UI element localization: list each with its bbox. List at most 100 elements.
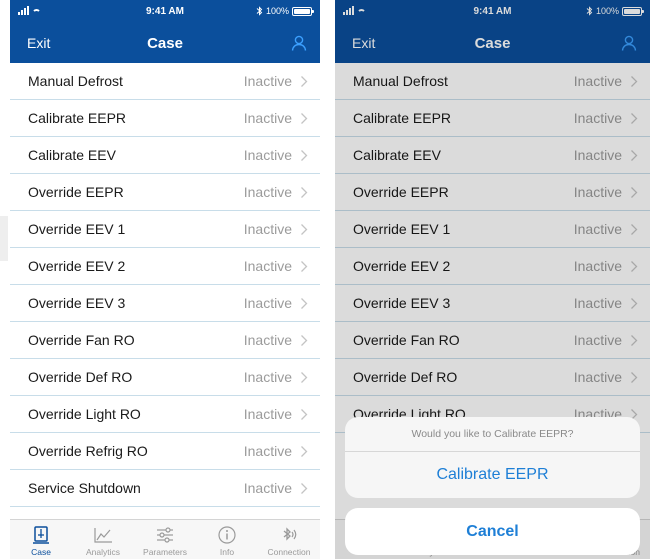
tab-label: Case: [31, 547, 51, 557]
status-value: Inactive: [573, 369, 622, 385]
exit-button[interactable]: Exit: [352, 35, 375, 51]
list-item-label: Override EEV 1: [28, 221, 126, 237]
status-value: Inactive: [243, 184, 292, 200]
list-item[interactable]: Calibrate EEPR Inactive: [335, 100, 650, 137]
list-item[interactable]: Override Light RO Inactive: [10, 396, 320, 433]
list-item[interactable]: Calibrate EEV Inactive: [10, 137, 320, 174]
action-sheet-message: Would you like to Calibrate EEPR?: [345, 417, 640, 452]
chevron-right-icon: [301, 76, 308, 87]
status-value: Inactive: [573, 110, 622, 126]
list-item[interactable]: Override Def RO Inactive: [10, 359, 320, 396]
info-icon: [218, 526, 236, 544]
battery-percent: 100%: [265, 6, 289, 16]
list-item[interactable]: Calibrate EEPR Inactive: [10, 100, 320, 137]
list-item[interactable]: Override EEV 1 Inactive: [10, 211, 320, 248]
status-value: Inactive: [573, 258, 622, 274]
chevron-right-icon: [301, 372, 308, 383]
list-item-label: Override EEPR: [28, 184, 124, 200]
tab-label: Info: [219, 547, 235, 557]
tab-analytics[interactable]: Analytics: [72, 520, 134, 559]
navigation-bar: Exit Case: [335, 28, 650, 58]
list-item[interactable]: Override Fan RO Inactive: [335, 322, 650, 359]
page-title: Case: [474, 35, 511, 52]
user-icon[interactable]: [290, 34, 308, 52]
list-item[interactable]: Manual Defrost Inactive: [335, 63, 650, 100]
chevron-right-icon: [631, 224, 638, 235]
list-item-label: Service Shutdown: [28, 480, 141, 496]
chevron-right-icon: [301, 483, 308, 494]
header: 9:41 AM 100% Exit Case: [10, 0, 320, 63]
calibrate-eepr-button[interactable]: Calibrate EEPR: [345, 452, 640, 498]
list-item[interactable]: Manual Defrost Inactive: [10, 63, 320, 100]
chevron-right-icon: [631, 298, 638, 309]
status-bar: 9:41 AM 100%: [10, 0, 320, 24]
list-item-label: Calibrate EEPR: [353, 110, 452, 126]
list-item[interactable]: Override EEV 2 Inactive: [335, 248, 650, 285]
tab-parameters[interactable]: Parameters: [134, 520, 196, 559]
list-item[interactable]: Override EEV 1 Inactive: [335, 211, 650, 248]
status-value: Inactive: [573, 221, 622, 237]
list-item[interactable]: Override Def RO Inactive: [335, 359, 650, 396]
chevron-right-icon: [301, 187, 308, 198]
list-item-label: Override Fan RO: [28, 332, 135, 348]
list-item-label: Manual Defrost: [353, 73, 448, 89]
tab-connection[interactable]: Connection: [258, 520, 320, 559]
list-item[interactable]: Override EEPR Inactive: [10, 174, 320, 211]
status-value: Inactive: [243, 295, 292, 311]
chevron-right-icon: [631, 150, 638, 161]
tab-label: Parameters: [143, 547, 187, 557]
list-item[interactable]: Override EEV 3 Inactive: [10, 285, 320, 322]
list-item-label: Override Refrig RO: [28, 443, 148, 459]
bluetooth-icon: [256, 6, 263, 16]
status-value: Inactive: [243, 110, 292, 126]
list-item-label: Override EEV 1: [353, 221, 451, 237]
chevron-right-icon: [631, 261, 638, 272]
status-value: Inactive: [243, 332, 292, 348]
chevron-right-icon: [301, 150, 308, 161]
list-item-label: Override EEV 3: [28, 295, 126, 311]
chevron-right-icon: [301, 298, 308, 309]
status-value: Inactive: [243, 406, 292, 422]
user-icon[interactable]: [620, 34, 638, 52]
status-bar: 9:41 AM 100%: [335, 0, 650, 24]
list-item-label: Override Def RO: [353, 369, 458, 385]
status-value: Inactive: [243, 258, 292, 274]
list-item-label: Override EEPR: [353, 184, 449, 200]
status-value: Inactive: [573, 332, 622, 348]
case-action-list: Manual Defrost Inactive Calibrate EEPR Inac…: [10, 63, 320, 544]
case-action-list: Manual Defrost Inactive Calibrate EEPR Inac…: [335, 63, 650, 433]
tab-case[interactable]: Case: [10, 520, 72, 559]
list-item[interactable]: Override Fan RO Inactive: [10, 322, 320, 359]
tab-label: Connection: [267, 547, 311, 557]
list-item[interactable]: Override Refrig RO Inactive: [10, 433, 320, 470]
list-item[interactable]: Service Shutdown Inactive: [10, 470, 320, 507]
tab-bar: Case Analytics Parameters Info Connection: [10, 519, 320, 559]
cancel-button[interactable]: Cancel: [345, 508, 640, 555]
list-item[interactable]: Override EEPR Inactive: [335, 174, 650, 211]
battery-icon: [292, 6, 314, 16]
exit-button[interactable]: Exit: [27, 35, 50, 51]
list-item-label: Override Fan RO: [353, 332, 460, 348]
chevron-right-icon: [301, 335, 308, 346]
tab-info[interactable]: Info: [196, 520, 258, 559]
chevron-right-icon: [301, 261, 308, 272]
list-item[interactable]: Override EEV 3 Inactive: [335, 285, 650, 322]
chevron-right-icon: [631, 335, 638, 346]
battery-icon: [622, 6, 644, 16]
status-value: Inactive: [243, 443, 292, 459]
case-icon: [33, 526, 49, 544]
list-item-label: Override Light RO: [28, 406, 141, 422]
status-value: Inactive: [573, 295, 622, 311]
chevron-right-icon: [631, 372, 638, 383]
chevron-right-icon: [631, 76, 638, 87]
list-item[interactable]: Calibrate EEV Inactive: [335, 137, 650, 174]
list-item-label: Override EEV 2: [353, 258, 451, 274]
list-item[interactable]: Override EEV 2 Inactive: [10, 248, 320, 285]
chevron-right-icon: [301, 113, 308, 124]
bluetooth-icon: [283, 527, 297, 541]
list-item-label: Override Def RO: [28, 369, 133, 385]
status-value: Inactive: [243, 221, 292, 237]
status-value: Inactive: [573, 184, 622, 200]
chevron-right-icon: [631, 187, 638, 198]
chevron-right-icon: [301, 409, 308, 420]
